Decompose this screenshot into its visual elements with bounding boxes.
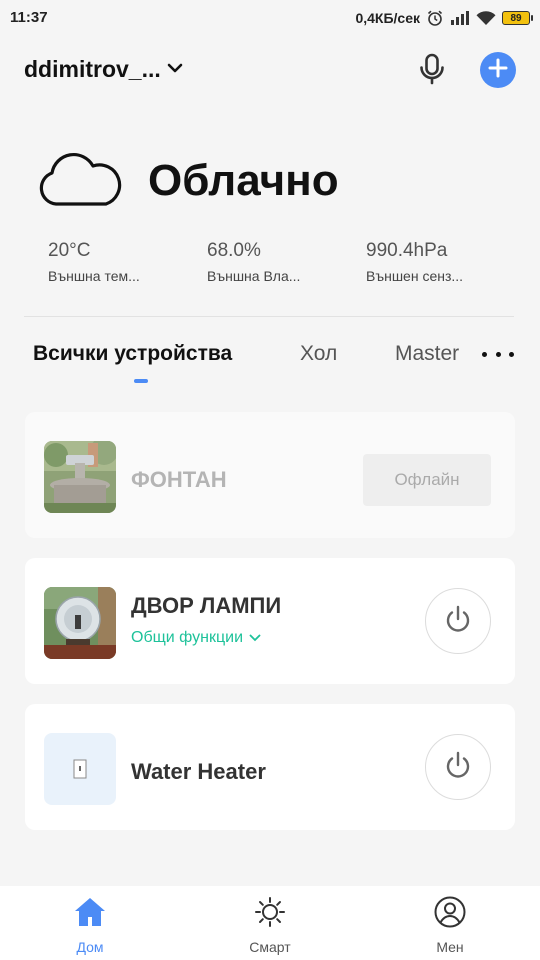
stat-label: Външен сенз... bbox=[366, 268, 464, 284]
more-dots-icon[interactable] bbox=[482, 342, 514, 366]
alarm-icon bbox=[426, 9, 444, 27]
voice-button[interactable] bbox=[414, 53, 450, 89]
add-device-button[interactable] bbox=[480, 52, 516, 88]
outdoor-temperature: 20°C Външна тем... bbox=[48, 240, 188, 284]
device-card-fountain[interactable]: ФОНТАН Офлайн bbox=[25, 412, 515, 538]
divider bbox=[24, 316, 514, 317]
home-icon bbox=[73, 896, 107, 933]
stat-value: 68.0% bbox=[207, 240, 261, 261]
outdoor-humidity: 68.0% Външна Вла... bbox=[207, 240, 347, 284]
tab-living-room[interactable]: Хол bbox=[300, 342, 337, 366]
chevron-down-icon bbox=[249, 629, 261, 647]
home-selector[interactable]: ddimitrov_... bbox=[24, 56, 183, 83]
outdoor-pressure: 990.4hPa Външен сенз... bbox=[366, 240, 506, 284]
fountain-photo bbox=[44, 441, 116, 513]
network-speed: 0,4КБ/сек bbox=[355, 10, 420, 26]
stat-value: 20°C bbox=[48, 240, 91, 261]
profile-icon bbox=[433, 896, 467, 933]
device-name: ДВОР ЛАМПИ bbox=[131, 593, 282, 618]
add-icon bbox=[488, 58, 508, 83]
signal-icon bbox=[450, 11, 470, 25]
tab-indicator bbox=[134, 379, 148, 383]
battery-level: 89 bbox=[510, 12, 522, 24]
room-tabs: Всички устройства Хол Master bbox=[0, 338, 540, 388]
status-bar: 11:37 0,4КБ/сек 89 bbox=[0, 0, 540, 36]
status-time: 11:37 bbox=[10, 9, 48, 26]
battery-icon: 89 bbox=[502, 11, 533, 25]
common-functions-link[interactable]: Общи функции bbox=[131, 629, 261, 647]
nav-label: Смарт bbox=[249, 939, 291, 955]
common-functions-label: Общи функции bbox=[131, 629, 244, 646]
garden-lamp-photo bbox=[44, 587, 116, 659]
chevron-down-icon bbox=[167, 61, 183, 79]
nav-home[interactable]: Дом bbox=[40, 896, 140, 955]
status-indicators: 0,4КБ/сек 89 bbox=[355, 8, 533, 28]
nav-profile[interactable]: Мен bbox=[400, 896, 500, 955]
sun-icon bbox=[253, 896, 287, 933]
weather-condition: Облачно bbox=[148, 156, 339, 205]
tab-master[interactable]: Master bbox=[395, 342, 469, 366]
home-name: ddimitrov_... bbox=[24, 56, 161, 82]
stat-label: Външна тем... bbox=[48, 268, 140, 284]
device-name: Water Heater bbox=[131, 759, 266, 784]
nav-smart[interactable]: Смарт bbox=[220, 896, 320, 955]
offline-badge: Офлайн bbox=[363, 454, 491, 506]
nav-label: Мен bbox=[436, 939, 464, 955]
tab-all-devices[interactable]: Всички устройства bbox=[33, 342, 232, 366]
power-button[interactable] bbox=[425, 588, 491, 654]
bottom-navigation: Дом Смарт Мен bbox=[0, 886, 540, 960]
power-button[interactable] bbox=[425, 734, 491, 800]
stat-label: Външна Вла... bbox=[207, 268, 301, 284]
power-icon bbox=[443, 604, 473, 639]
microphone-icon bbox=[419, 53, 445, 90]
stat-value: 990.4hPa bbox=[366, 240, 448, 261]
device-name: ФОНТАН bbox=[131, 467, 227, 492]
device-card-water-heater[interactable]: Water Heater bbox=[25, 704, 515, 830]
switch-device-icon bbox=[44, 733, 116, 805]
cloud-icon bbox=[36, 150, 122, 215]
device-card-garden-lamps[interactable]: ДВОР ЛАМПИ Общи функции bbox=[25, 558, 515, 684]
wifi-icon bbox=[476, 10, 496, 26]
power-icon bbox=[443, 750, 473, 785]
nav-label: Дом bbox=[76, 939, 104, 955]
